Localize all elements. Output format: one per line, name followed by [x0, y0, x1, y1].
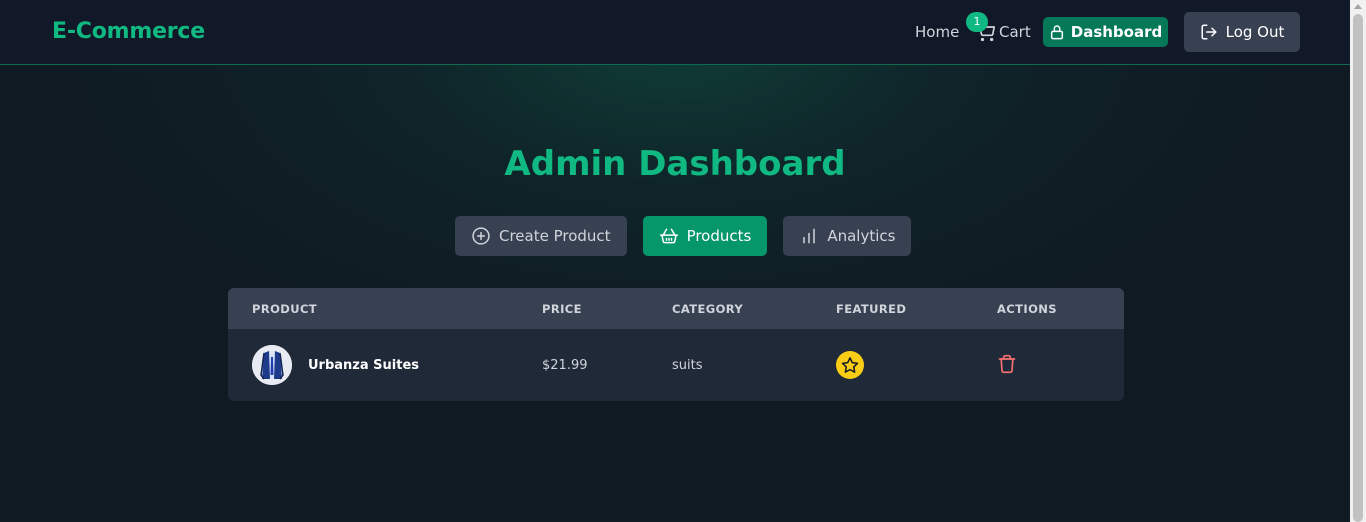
tab-analytics[interactable]: Analytics [783, 216, 912, 256]
lock-icon [1049, 24, 1065, 40]
logout-icon [1200, 23, 1218, 41]
scrollbar-thumb[interactable] [1353, 14, 1363, 522]
product-price: $21.99 [542, 358, 588, 373]
column-header-product: PRODUCT [252, 302, 318, 316]
trash-icon [997, 354, 1017, 374]
basket-icon [659, 226, 679, 246]
column-header-price: PRICE [542, 302, 582, 316]
products-table: PRODUCT PRICE CATEGORY FEATURED ACTIONS … [228, 288, 1124, 401]
product-thumbnail [252, 345, 292, 385]
column-header-actions: ACTIONS [997, 302, 1057, 316]
brand-logo[interactable]: E-Commerce [52, 19, 205, 44]
plus-circle-icon [471, 226, 491, 246]
page-title: Admin Dashboard [504, 144, 846, 184]
column-header-category: CATEGORY [672, 302, 744, 316]
column-header-featured: FEATURED [836, 302, 907, 316]
cart-label: Cart [999, 23, 1031, 41]
product-name: Urbanza Suites [308, 358, 420, 373]
dashboard-button[interactable]: Dashboard [1043, 17, 1168, 47]
logout-label: Log Out [1225, 23, 1285, 41]
tab-label: Analytics [827, 227, 896, 245]
page-background [0, 0, 1350, 522]
product-category: suits [672, 358, 703, 373]
dashboard-label: Dashboard [1070, 23, 1163, 41]
cart-count-badge: 1 [966, 12, 988, 32]
nav-home-link[interactable]: Home [915, 23, 959, 41]
tab-create-product[interactable]: Create Product [455, 216, 627, 256]
table-row: Urbanza Suites $21.99 suits [228, 329, 1124, 401]
tab-label: Products [686, 227, 752, 245]
navbar: E-Commerce Home Cart 1 Dashboard Log Out [0, 0, 1350, 65]
logout-button[interactable]: Log Out [1184, 12, 1300, 52]
dashboard-tabs: Create Product Products Analytics [455, 216, 912, 256]
featured-toggle-button[interactable] [836, 351, 864, 379]
bar-chart-icon [799, 226, 819, 246]
scroll-up-arrow-icon[interactable] [1354, 4, 1362, 9]
tab-products[interactable]: Products [642, 216, 768, 256]
star-icon [841, 356, 859, 374]
vertical-scrollbar[interactable] [1350, 0, 1366, 522]
tab-label: Create Product [499, 227, 611, 245]
table-header: PRODUCT PRICE CATEGORY FEATURED ACTIONS [228, 288, 1124, 329]
delete-product-button[interactable] [997, 353, 1017, 375]
